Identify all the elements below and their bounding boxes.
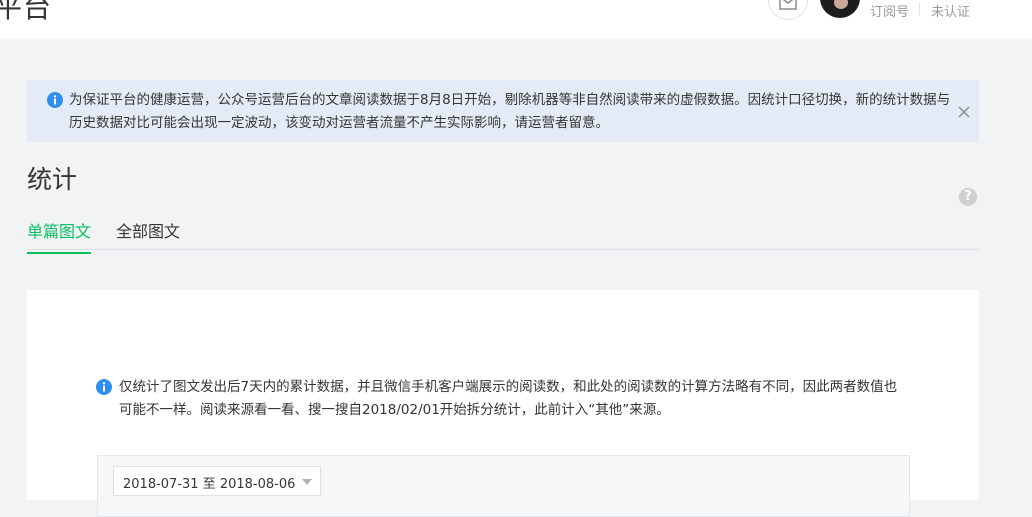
avatar[interactable] [820, 0, 860, 18]
mail-icon [779, 0, 797, 10]
header-divider [919, 2, 920, 15]
notice-banner: 为保证平台的健康运营，公众号运营后台的文章阅读数据于8月8日开始，剔除机器等非自… [27, 80, 979, 142]
tab-all-articles[interactable]: 全部图文 [116, 218, 180, 252]
tip-text: 仅统计了图文发出后7天内的累计数据，并且微信手机客户端展示的阅读数，和此处的阅读… [119, 379, 898, 418]
verify-status-link[interactable]: 未认证 [931, 1, 970, 20]
close-icon[interactable] [957, 104, 971, 118]
info-icon [96, 379, 112, 395]
tab-bar: 单篇图文 全部图文 [27, 212, 979, 254]
date-range-select[interactable]: 2018-07-31 至 2018-08-06 [113, 466, 321, 496]
filter-bar: 2018-07-31 至 2018-08-06 [97, 455, 910, 517]
page-title: 统计 [27, 165, 78, 194]
tab-single-article[interactable]: 单篇图文 [27, 218, 92, 254]
top-header: 平台 订阅号 未认证 [0, 0, 1032, 39]
question-icon[interactable]: ? [959, 188, 977, 206]
chevron-down-icon [302, 479, 312, 485]
mail-button[interactable] [768, 0, 808, 20]
account-type-label: 订阅号 [870, 5, 910, 20]
info-icon [47, 92, 63, 108]
avatar-face [834, 0, 848, 9]
notice-text: 为保证平台的健康运营，公众号运营后台的文章阅读数据于8月8日开始，剔除机器等非自… [69, 92, 951, 131]
stats-card: 仅统计了图文发出后7天内的累计数据，并且微信手机客户端展示的阅读数，和此处的阅读… [27, 290, 979, 517]
brand-title: 平台 [0, 0, 53, 24]
